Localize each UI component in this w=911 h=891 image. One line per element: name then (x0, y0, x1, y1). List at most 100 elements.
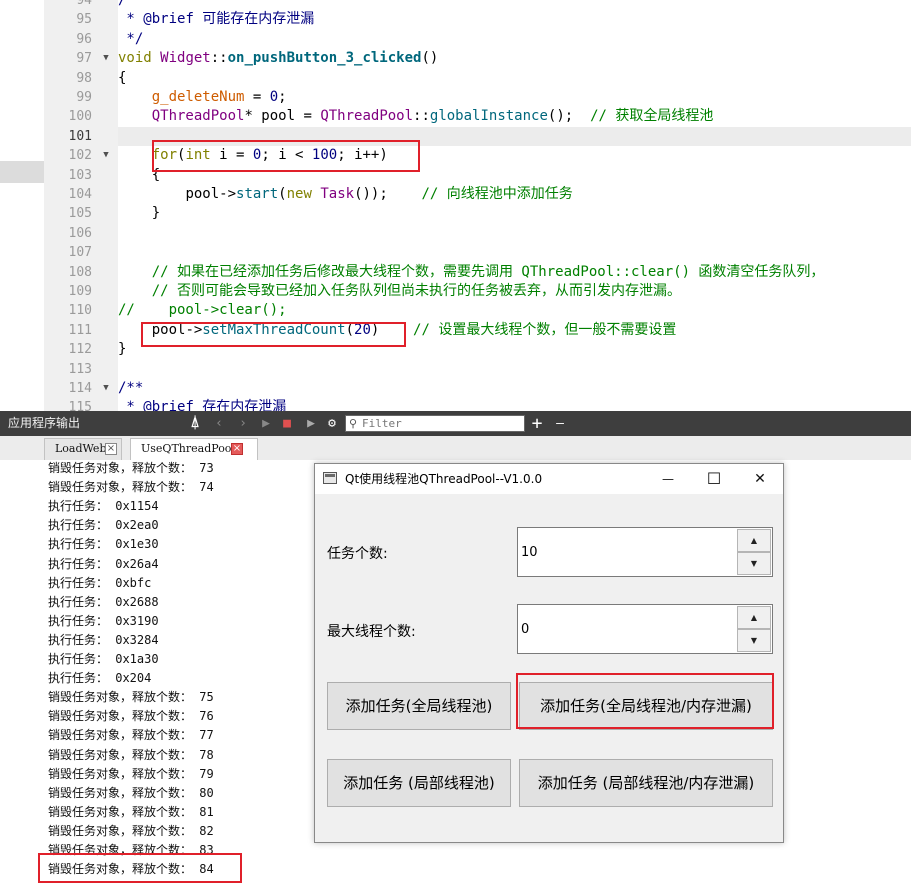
code-line[interactable]: // pool->clear(); (118, 301, 287, 320)
gear-icon[interactable]: ⚙ (323, 411, 341, 436)
output-line: 销毁任务对象，释放个数： 81 (48, 804, 214, 819)
line-number: 95 (76, 12, 92, 28)
code-token: { (118, 69, 127, 86)
code-line[interactable]: } (118, 340, 126, 359)
dialog-titlebar[interactable]: Qt使用线程池QThreadPool--V1.0.0 — ☐ ✕ (315, 464, 783, 494)
output-line: 执行任务： 0x26a4 (48, 556, 159, 571)
code-token: = (295, 108, 321, 125)
code-line[interactable]: g_deleteNum = 0; (118, 88, 287, 107)
code-token: * (244, 108, 262, 125)
code-token: (); (547, 108, 591, 125)
attach-icon[interactable]: ⍋ (186, 411, 204, 436)
code-line[interactable]: /** (118, 0, 143, 10)
code-area[interactable]: /** * @brief 可能存在内存泄漏 */void Widget::on_… (118, 0, 911, 411)
code-line[interactable]: // 如果在已经添加任务后修改最大线程个数，需要先调用 QThreadPool:… (118, 263, 825, 282)
line-number: 112 (68, 342, 92, 358)
next-icon[interactable]: › (234, 411, 252, 436)
fold-arrow-icon[interactable]: ▼ (101, 49, 111, 68)
highlight-box-global-leak-button (516, 673, 774, 729)
minimize-button[interactable]: — (645, 464, 691, 494)
line-number: 94 (76, 0, 92, 8)
fold-arrow-icon[interactable]: ▼ (101, 379, 111, 398)
code-line[interactable]: */ (118, 30, 143, 49)
code-line[interactable]: // 否则可能会导致已经加入任务队列但尚未执行的任务被丢弃，从而引发内存泄漏。 (118, 282, 681, 301)
code-token: 0 (269, 89, 279, 105)
line-number: 110 (68, 303, 92, 319)
tab-useqthreadpool[interactable]: UseQThreadPool × (130, 438, 258, 460)
spin-down-button[interactable]: ▼ (737, 629, 771, 652)
filter-input-box[interactable]: ⚲ (345, 415, 525, 432)
filter-input[interactable] (362, 416, 522, 431)
tab-loadweb[interactable]: LoadWeb × (44, 438, 122, 460)
output-line: 执行任务： 0x2ea0 (48, 518, 159, 533)
code-token: ()); (354, 186, 422, 202)
line-number: 108 (68, 264, 92, 280)
previous-icon[interactable]: ‹ (210, 411, 228, 436)
add-task-global-button[interactable]: 添加任务(全局线程池) (327, 682, 511, 730)
plus-button[interactable]: + (528, 411, 546, 436)
code-line[interactable]: { (118, 69, 126, 88)
add-task-local-leak-button[interactable]: 添加任务 (局部线程池/内存泄漏) (519, 759, 773, 807)
line-number: 113 (68, 361, 92, 377)
output-line: 销毁任务对象，释放个数： 79 (48, 766, 214, 781)
minus-button[interactable]: — (551, 411, 569, 436)
code-token: @brief (143, 399, 194, 411)
left-side-strip (0, 0, 45, 411)
stop-icon[interactable]: ■ (278, 411, 296, 436)
code-token: * (118, 399, 144, 411)
line-number: 96 (76, 31, 92, 47)
task-count-input[interactable] (521, 528, 721, 576)
run-icon[interactable]: ▶ (257, 411, 275, 436)
output-line: 销毁任务对象，释放个数： 76 (48, 709, 214, 724)
add-task-local-button[interactable]: 添加任务 (局部线程池) (327, 759, 511, 807)
code-line[interactable]: QThreadPool* pool = QThreadPool::globalI… (118, 107, 714, 126)
code-token: void (118, 50, 152, 67)
code-token: :: (210, 50, 228, 67)
code-editor[interactable]: 94 95 96 97 ▼ 98 99 100 101 102 ▼ 103 104 105 106 107 10… (0, 0, 911, 411)
debug-run-icon[interactable]: ▶ (302, 411, 320, 436)
code-token: pool (261, 108, 296, 125)
task-count-spinbox[interactable]: ▲ ▼ (517, 527, 773, 577)
code-token: globalInstance (429, 108, 548, 125)
search-icon: ⚲ (349, 417, 358, 430)
line-number: 114 (68, 381, 92, 396)
code-token: // pool->clear(); (118, 302, 287, 319)
close-icon[interactable]: × (231, 443, 243, 455)
code-line[interactable]: pool->start(new Task()); // 向线程池中添加任务 (118, 185, 572, 204)
spin-up-button[interactable]: ▲ (737, 529, 771, 552)
close-button[interactable]: ✕ (737, 464, 783, 494)
code-token: ( (278, 186, 287, 202)
code-token: QThreadPool (151, 108, 245, 125)
code-token: new (286, 186, 312, 202)
code-token: :: (413, 108, 430, 125)
code-line[interactable]: /** (118, 379, 143, 398)
maximize-button[interactable]: ☐ (691, 464, 737, 494)
code-line[interactable]: * @brief 可能存在内存泄漏 (118, 10, 314, 29)
code-token: g_deleteNum (151, 89, 245, 105)
spin-up-button[interactable]: ▲ (737, 606, 771, 629)
code-line[interactable]: void Widget::on_pushButton_3_clicked() (118, 49, 438, 68)
line-number: 115 (68, 400, 92, 411)
code-token: ; (278, 89, 287, 105)
output-line: 执行任务： 0x1a30 (48, 652, 159, 666)
qt-dialog-window[interactable]: Qt使用线程池QThreadPool--V1.0.0 — ☐ ✕ 任务个数: ▲… (314, 463, 784, 843)
tab-label: UseQThreadPool (141, 442, 235, 455)
line-number: 101 (68, 128, 92, 144)
close-icon[interactable]: × (105, 443, 117, 455)
max-thread-input[interactable] (521, 605, 721, 653)
highlight-box-setmaxthreadcount (141, 322, 406, 347)
code-line[interactable]: } (118, 204, 160, 223)
code-token: Widget (160, 50, 211, 67)
output-line: 销毁任务对象，释放个数： 77 (48, 728, 214, 743)
output-line: 销毁任务对象，释放个数： 82 (48, 823, 214, 838)
output-line: 销毁任务对象，释放个数： 80 (48, 785, 214, 800)
code-line[interactable]: * @brief 存在内存泄漏 (118, 398, 286, 411)
max-thread-spinbox[interactable]: ▲ ▼ (517, 604, 773, 654)
code-token: // 设置最大线程个数，但一般不需要设置 (413, 321, 677, 338)
fold-arrow-icon[interactable]: ▼ (101, 146, 111, 165)
spin-down-button[interactable]: ▼ (737, 552, 771, 575)
